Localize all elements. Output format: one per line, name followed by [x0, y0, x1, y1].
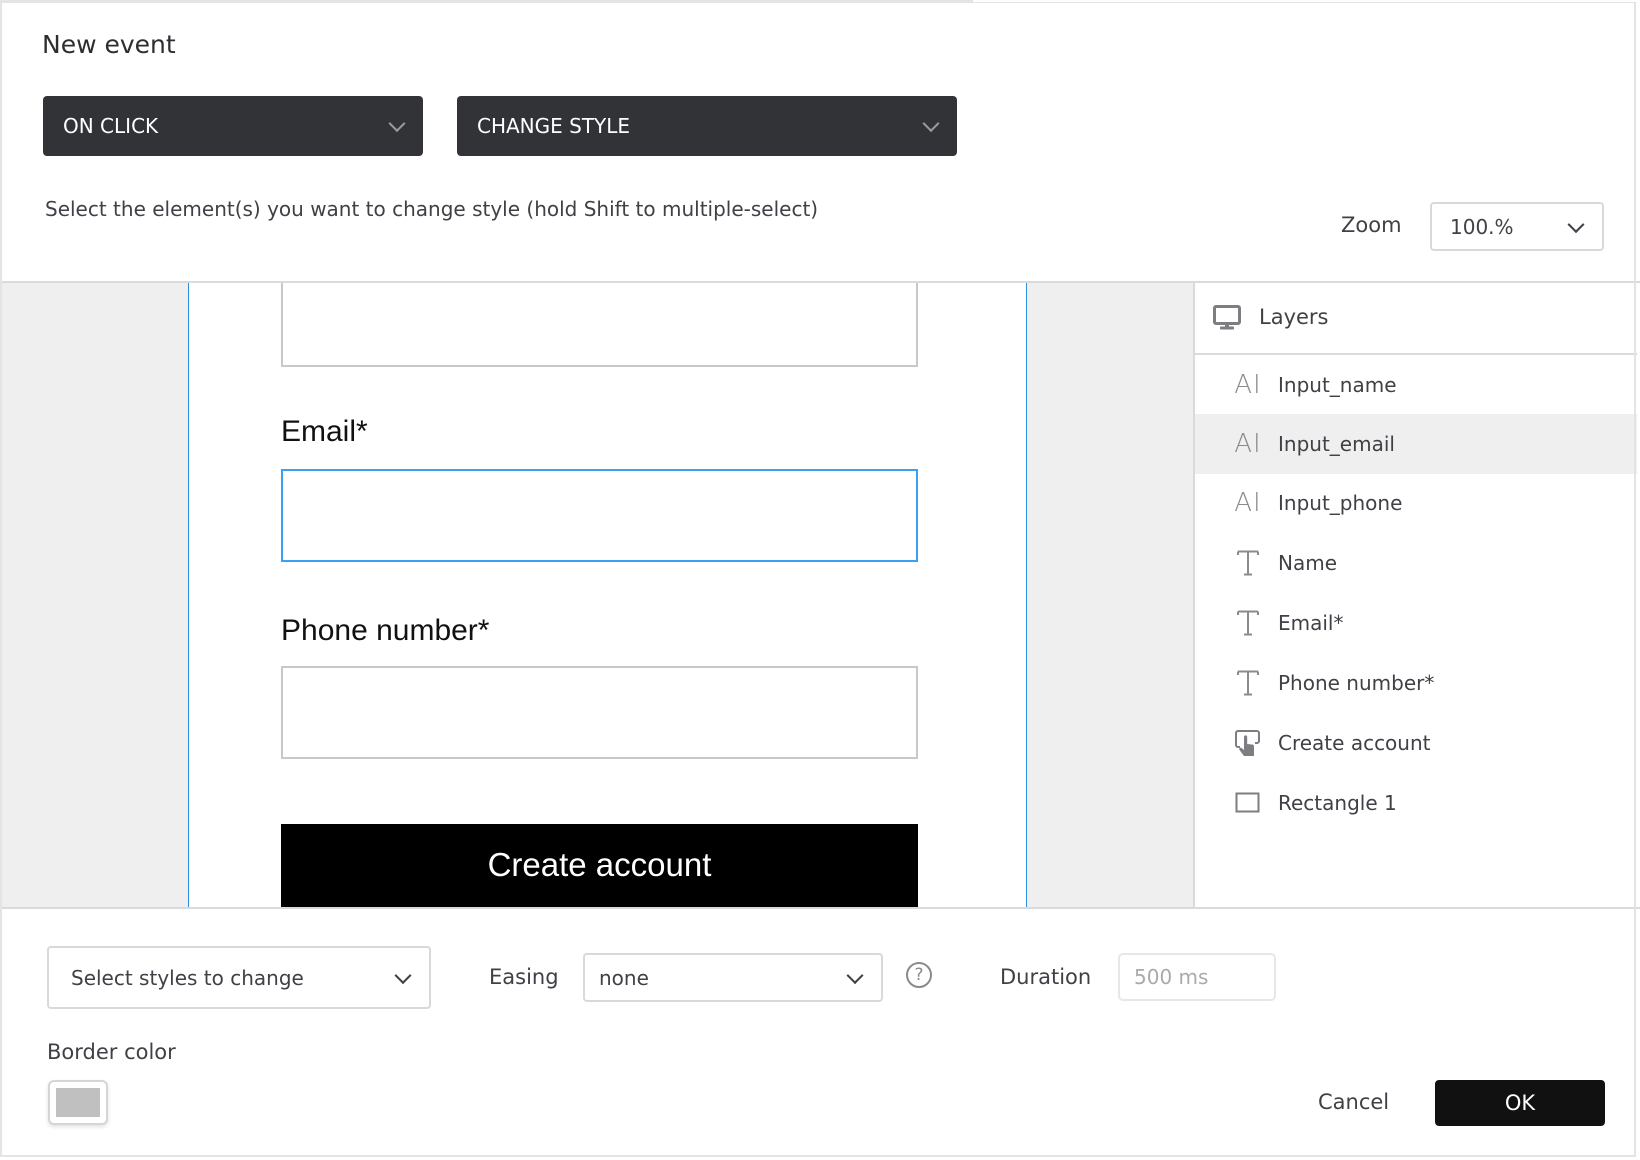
options-divider — [0, 907, 1640, 909]
action-dropdown[interactable]: CHANGE STYLE — [457, 96, 957, 156]
layers-header: Layers — [1195, 283, 1637, 355]
dialog-title: New event — [42, 30, 176, 59]
rectangle-icon — [1231, 788, 1265, 818]
duration-input[interactable] — [1118, 953, 1276, 1001]
help-icon[interactable]: ? — [906, 962, 932, 988]
chevron-down-icon — [846, 966, 864, 984]
input-icon: AI — [1234, 370, 1262, 400]
zoom-label: Zoom — [1341, 213, 1402, 237]
trigger-dropdown-value: ON CLICK — [63, 114, 159, 138]
layer-label: Phone number* — [1278, 671, 1435, 695]
layer-item-name[interactable]: Name — [1195, 533, 1637, 593]
layer-label: Input_name — [1278, 373, 1397, 397]
chevron-down-icon — [1567, 215, 1585, 233]
duration-label: Duration — [1000, 965, 1092, 989]
text-icon — [1231, 668, 1265, 698]
easing-select[interactable]: none — [583, 953, 883, 1002]
zoom-value: 100.% — [1450, 214, 1514, 239]
canvas-label-email[interactable]: Email* — [281, 415, 368, 449]
cancel-button[interactable]: Cancel — [1318, 1090, 1389, 1114]
canvas-input-name[interactable] — [281, 283, 918, 367]
layers-title: Layers — [1259, 305, 1329, 329]
layers-panel: Layers AI Input_name AI Input_email AI I… — [1193, 283, 1637, 907]
instruction-text: Select the element(s) you want to change… — [45, 197, 819, 221]
border-color-label: Border color — [47, 1040, 176, 1064]
trigger-dropdown[interactable]: ON CLICK — [43, 96, 423, 156]
zoom-select[interactable]: 100.% — [1430, 202, 1604, 251]
canvas-input-email[interactable] — [281, 469, 918, 562]
ok-label: OK — [1504, 1091, 1536, 1115]
monitor-icon — [1213, 305, 1241, 335]
artboard[interactable]: Email* Phone number* Create account — [188, 283, 1027, 907]
canvas-input-phone[interactable] — [281, 666, 918, 759]
ok-button[interactable]: OK — [1435, 1080, 1605, 1126]
button-icon — [1231, 728, 1265, 758]
layer-label: Input_phone — [1278, 491, 1403, 515]
action-dropdown-value: CHANGE STYLE — [477, 114, 631, 138]
border-color-swatch[interactable] — [48, 1080, 108, 1125]
easing-label: Easing — [489, 965, 559, 989]
easing-value: none — [599, 965, 649, 990]
chevron-down-icon — [394, 966, 412, 984]
canvas-button-label: Create account — [487, 846, 712, 883]
canvas-label-phone[interactable]: Phone number* — [281, 614, 489, 648]
layer-label: Rectangle 1 — [1278, 791, 1397, 815]
top-strip — [0, 0, 973, 3]
help-glyph: ? — [914, 965, 924, 985]
input-icon: AI — [1234, 488, 1262, 518]
layer-item-phone-label[interactable]: Phone number* — [1195, 653, 1637, 713]
layer-label: Email* — [1278, 611, 1344, 635]
input-icon: AI — [1234, 429, 1262, 459]
layer-item-input-phone[interactable]: AI Input_phone — [1195, 473, 1637, 533]
chevron-down-icon — [388, 115, 406, 133]
canvas-create-account-button[interactable]: Create account — [281, 824, 918, 907]
layer-item-input-name[interactable]: AI Input_name — [1195, 355, 1637, 415]
design-canvas[interactable]: Email* Phone number* Create account — [2, 283, 1193, 907]
layer-item-create-account[interactable]: Create account — [1195, 713, 1637, 773]
layer-label: Input_email — [1278, 432, 1395, 456]
layer-label: Create account — [1278, 731, 1431, 755]
styles-select-value: Select styles to change — [71, 965, 304, 990]
text-icon — [1231, 608, 1265, 638]
layer-item-input-email[interactable]: AI Input_email — [1195, 414, 1637, 474]
chevron-down-icon — [922, 115, 940, 133]
layer-label: Name — [1278, 551, 1338, 575]
layer-item-email-label[interactable]: Email* — [1195, 593, 1637, 653]
layer-item-rectangle-1[interactable]: Rectangle 1 — [1195, 773, 1637, 833]
text-icon — [1231, 548, 1265, 578]
border-color-fill — [56, 1088, 100, 1117]
styles-select[interactable]: Select styles to change — [47, 946, 431, 1009]
